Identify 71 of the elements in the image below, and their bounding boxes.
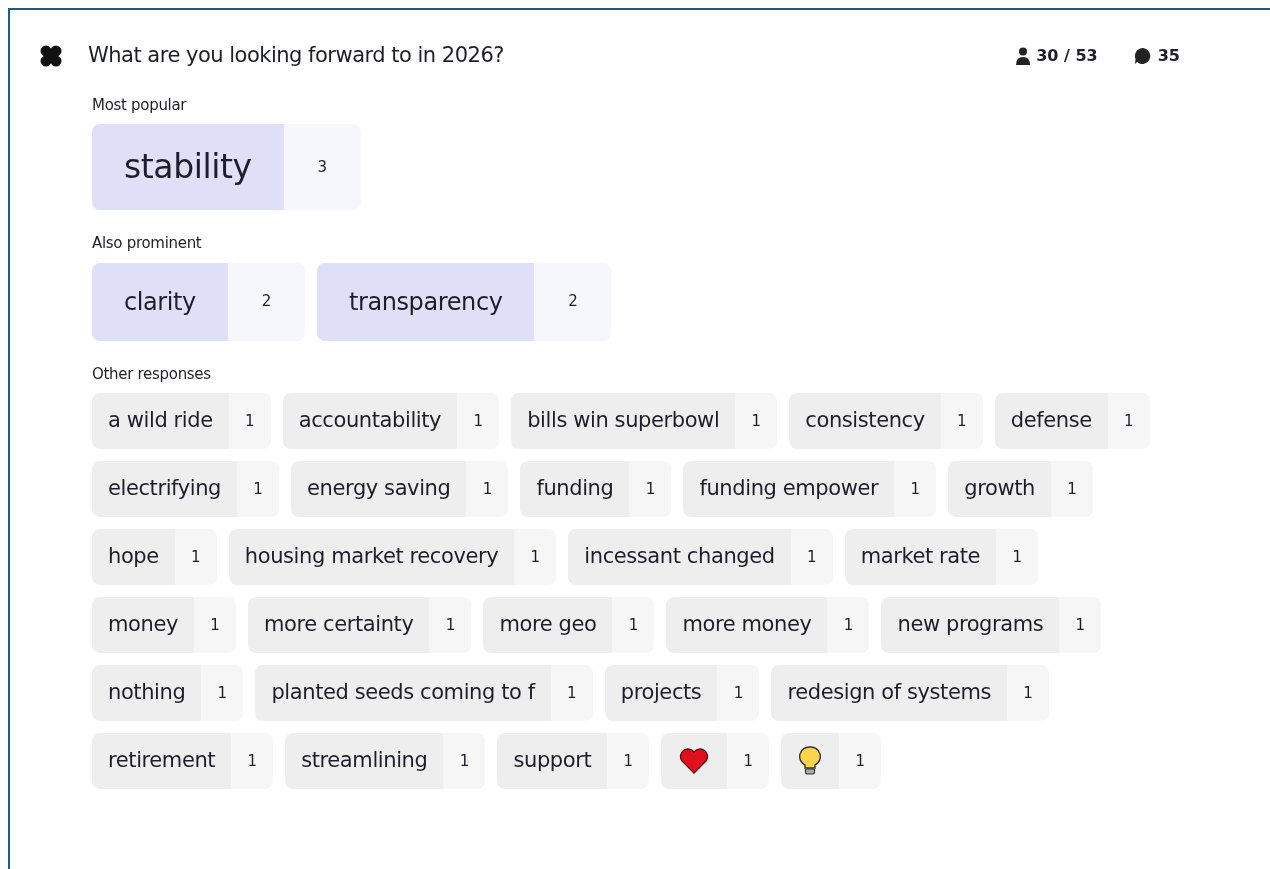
response-label: stability [92,124,284,210]
response-count: 35 [1157,44,1180,67]
speech-bubble-icon [1133,46,1152,65]
vote-count: 1 [1050,461,1093,517]
response-label: retirement [92,733,232,789]
response-label: new programs [881,597,1060,653]
vote-count: 1 [514,529,557,585]
response-label: money [92,597,194,653]
response-label: nothing [92,665,202,721]
vote-count: 1 [550,665,593,721]
response-label: a wild ride [92,393,229,449]
response-label: consistency [789,393,941,449]
vote-count: 2 [534,262,612,341]
vote-count: 1 [466,461,509,517]
response-label: clarity [92,262,228,341]
response-label: market rate [844,529,997,585]
vote-count: 1 [827,597,870,653]
vote-count: 1 [629,461,672,517]
response-label: housing market recovery [228,529,515,585]
vote-count: 1 [717,665,760,721]
vote-count: 1 [607,733,650,789]
vote-count: 1 [612,597,655,653]
response-label: energy saving [291,461,467,517]
vote-count: 1 [237,461,280,517]
vote-count: 1 [735,393,778,449]
vote-count: 1 [201,665,244,721]
vote-count: 1 [1007,665,1050,721]
vote-count: 1 [457,393,500,449]
vote-count: 1 [231,733,274,789]
vote-count: 1 [996,529,1039,585]
response-label: accountability [282,393,458,449]
vote-count: 1 [174,529,217,585]
clover-icon [40,44,62,67]
response-label: growth [948,461,1051,517]
response-label: electrifying [92,461,238,517]
response-label: more money [666,597,828,653]
participant-count: 30 / 53 [1036,44,1098,67]
vote-count: 1 [1107,393,1150,449]
heart-icon [679,748,710,774]
vote-count: 1 [727,733,770,789]
response-label: support [497,733,608,789]
vote-count: 3 [283,124,361,210]
vote-count: 1 [894,461,937,517]
person-icon [1016,46,1031,65]
vote-count: 2 [227,262,305,341]
response-label: funding [520,461,630,517]
vote-count: 1 [790,529,833,585]
response-label: hope [92,529,175,585]
response-label: more geo [483,597,613,653]
section-heading: Most popular [92,94,188,116]
response-label: more certainty [247,597,430,653]
vote-count: 1 [940,393,983,449]
vote-count: 1 [228,393,271,449]
response-label: incessant changed [568,529,791,585]
vote-count: 1 [839,733,882,789]
response-label: redesign of systems [771,665,1008,721]
response-label: transparency [316,262,535,341]
response-label: defense [994,393,1108,449]
section-heading: Other responses [92,363,212,385]
section-heading: Also prominent [92,233,203,254]
vote-count: 1 [429,597,472,653]
response-label: projects [604,665,718,721]
vote-count: 1 [1059,597,1102,653]
vote-count: 1 [443,733,486,789]
vote-count: 1 [193,597,236,653]
response-label: streamlining [285,733,444,789]
response-label: bills win superbowl [511,393,736,449]
response-label: planted seeds coming to f [255,665,551,721]
question-title: What are you looking forward to in 2026? [88,42,504,69]
response-label: funding empower [683,461,895,517]
light-bulb-icon [799,746,822,776]
